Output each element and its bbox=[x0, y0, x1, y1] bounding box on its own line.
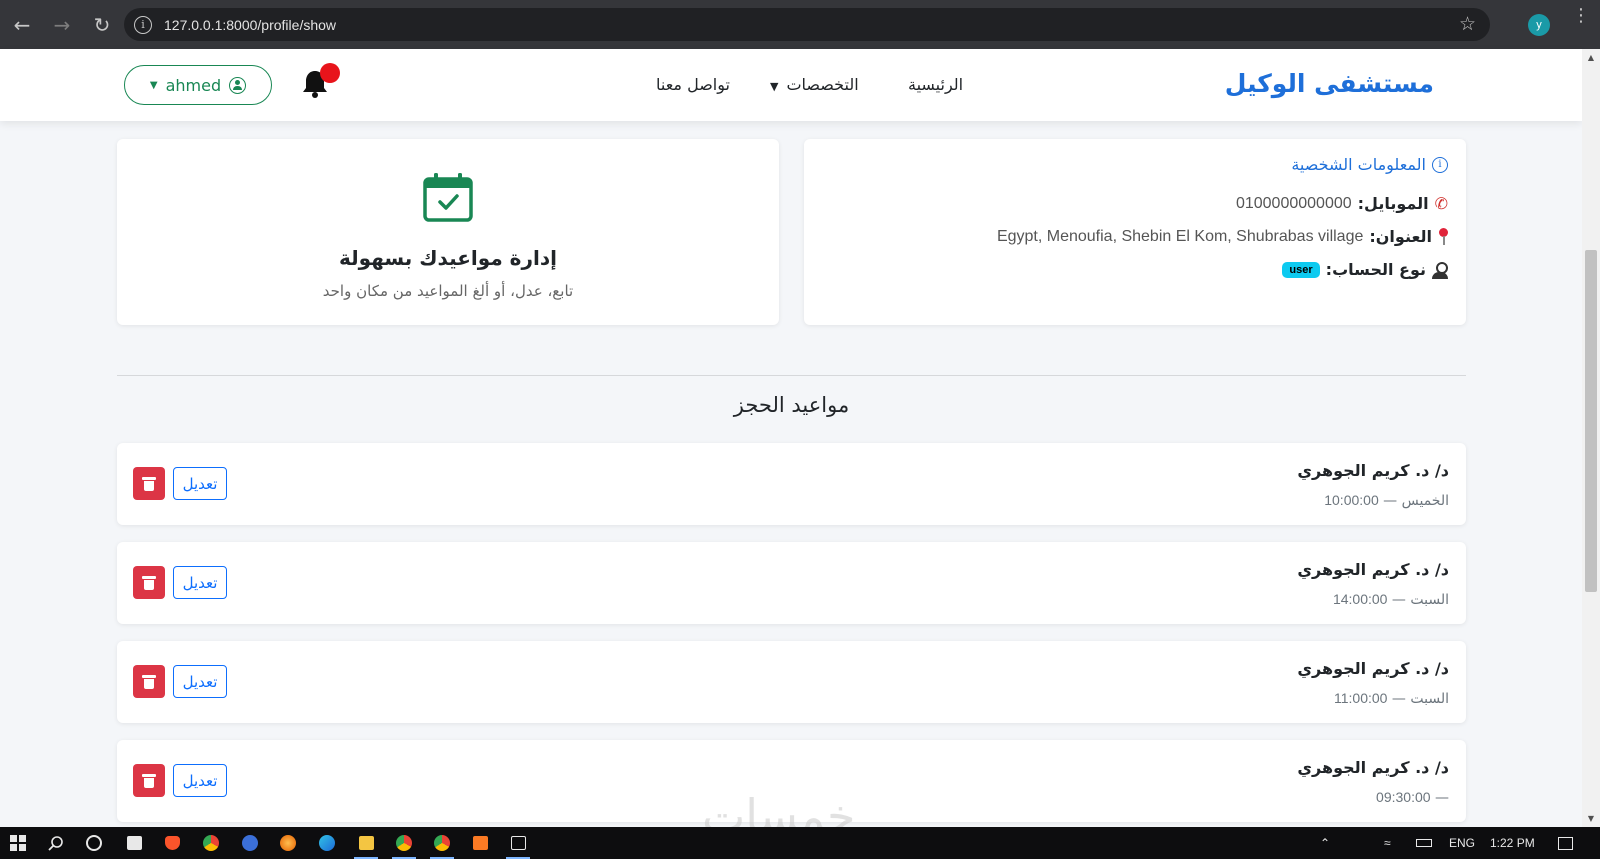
browser-profile-avatar[interactable]: y bbox=[1528, 14, 1550, 36]
doctor-name: د/ د. كريم الجوهري bbox=[1297, 659, 1449, 678]
personal-info-card: i المعلومات الشخصية ✆ الموبايل: 01000000… bbox=[804, 139, 1466, 325]
forward-arrow-icon[interactable]: → bbox=[44, 7, 80, 43]
delete-button[interactable] bbox=[133, 467, 165, 500]
info-circle-icon: i bbox=[1432, 156, 1448, 173]
user-circle-icon bbox=[229, 76, 247, 94]
appointments-title: مواعيد الحجز bbox=[733, 393, 850, 417]
battery-icon[interactable] bbox=[1416, 827, 1432, 859]
url-text[interactable]: 127.0.0.1:8000/profile/show bbox=[164, 17, 336, 33]
firefox-icon[interactable] bbox=[270, 827, 306, 859]
wifi-icon[interactable]: ≈ bbox=[1384, 827, 1391, 859]
appointment-time: السبت — 11:00:00 bbox=[1334, 690, 1449, 707]
scrollbar-thumb[interactable] bbox=[1585, 250, 1597, 592]
address-row: العنوان: Egypt, Menoufia, Shebin El Kom,… bbox=[997, 227, 1448, 246]
trash-icon bbox=[142, 674, 156, 689]
promo-title: إدارة مواعيدك بسهولة bbox=[339, 246, 557, 270]
account-type-badge: user bbox=[1282, 261, 1320, 278]
delete-button[interactable] bbox=[133, 665, 165, 698]
appointment-day: السبت bbox=[1410, 592, 1449, 608]
map-pin-icon bbox=[1438, 227, 1448, 246]
nav-specialties-label: التخصصات bbox=[786, 75, 859, 94]
mobile-row: ✆ الموبايل: 0100000000000 bbox=[1236, 194, 1448, 213]
doctor-name: د/ د. كريم الجوهري bbox=[1297, 560, 1449, 579]
nav-link-home[interactable]: الرئيسية bbox=[908, 75, 963, 94]
person-icon bbox=[1432, 261, 1448, 279]
brand-logo[interactable]: مستشفى الوكيل bbox=[1225, 69, 1434, 98]
address-bar[interactable]: i 127.0.0.1:8000/profile/show ☆ bbox=[124, 8, 1490, 41]
reload-icon[interactable]: ↻ bbox=[84, 7, 120, 43]
appointment-card: د/ د. كريم الجوهري السبت — 14:00:00 تعدي… bbox=[117, 542, 1466, 624]
nav-link-contact[interactable]: تواصل معنا bbox=[656, 75, 730, 94]
language-indicator[interactable]: ENG bbox=[1449, 827, 1475, 859]
terminal-icon[interactable] bbox=[500, 827, 536, 859]
edit-button[interactable]: تعديل bbox=[173, 467, 227, 500]
edge-icon[interactable] bbox=[309, 827, 345, 859]
appointment-time: — 09:30:00 bbox=[1376, 789, 1449, 806]
personal-info-title-text: المعلومات الشخصية bbox=[1291, 155, 1426, 174]
edit-button[interactable]: تعديل bbox=[173, 764, 227, 797]
site-navbar: مستشفى الوكيل الرئيسية التخصصات ▼ تواصل م… bbox=[0, 49, 1582, 121]
appointment-day: الخميس bbox=[1401, 493, 1449, 509]
appointment-hour: 11:00:00 bbox=[1334, 690, 1388, 706]
scroll-up-arrow-icon[interactable]: ▲ bbox=[1586, 53, 1596, 62]
cortana-icon[interactable] bbox=[76, 827, 112, 859]
personal-info-title: i المعلومات الشخصية bbox=[1291, 155, 1448, 174]
edit-button[interactable]: تعديل bbox=[173, 665, 227, 698]
nav-dropdown-specialties[interactable]: التخصصات ▼ bbox=[770, 75, 859, 94]
caret-down-icon: ▼ bbox=[770, 80, 779, 93]
doctor-name: د/ د. كريم الجوهري bbox=[1297, 461, 1449, 480]
phone-icon: ✆ bbox=[1434, 194, 1448, 213]
chrome-icon[interactable] bbox=[386, 827, 422, 859]
back-arrow-icon[interactable]: ← bbox=[4, 7, 40, 43]
appointments-promo-card: إدارة مواعيدك بسهولة تابع، عدل، أو ألغ ا… bbox=[117, 139, 779, 325]
appointment-hour: 14:00:00 bbox=[1332, 591, 1388, 607]
appointment-day: السبت bbox=[1410, 691, 1449, 707]
mobile-value: 0100000000000 bbox=[1235, 194, 1352, 212]
promo-subtitle: تابع، عدل، أو ألغ المواعيد من مكان واحد bbox=[322, 282, 574, 300]
xampp-icon[interactable] bbox=[462, 827, 498, 859]
search-icon[interactable] bbox=[38, 827, 74, 859]
scroll-down-arrow-icon[interactable]: ▼ bbox=[1586, 814, 1596, 823]
store-icon[interactable] bbox=[116, 827, 152, 859]
site-info-icon[interactable]: i bbox=[134, 15, 152, 34]
appointment-time: السبت — 14:00:00 bbox=[1332, 591, 1449, 608]
browser-menu-icon[interactable]: ⋮ bbox=[1572, 7, 1590, 25]
notifications-icon[interactable] bbox=[1558, 827, 1573, 859]
bookmark-star-icon[interactable]: ☆ bbox=[1459, 13, 1476, 35]
calendar-check-icon bbox=[423, 173, 473, 222]
edit-button[interactable]: تعديل bbox=[173, 566, 227, 599]
section-divider bbox=[117, 375, 1466, 376]
user-menu-button[interactable]: ▼ ahmed bbox=[124, 65, 272, 105]
mobile-label: الموبايل: bbox=[1357, 194, 1429, 213]
account-type-row: نوع الحساب: user bbox=[1282, 260, 1448, 279]
browser-toolbar: ← → ↻ i 127.0.0.1:8000/profile/show ☆ y … bbox=[0, 0, 1600, 49]
brave-browser-icon[interactable] bbox=[154, 827, 190, 859]
user-name: ahmed bbox=[165, 75, 222, 95]
appointment-hour: 09:30:00 bbox=[1376, 789, 1431, 805]
appointment-card: د/ د. كريم الجوهري السبت — 11:00:00 تعدي… bbox=[117, 641, 1466, 723]
trash-icon bbox=[142, 476, 156, 491]
clock[interactable]: 1:22 PM bbox=[1490, 827, 1535, 859]
delete-button[interactable] bbox=[133, 764, 165, 797]
chrome-icon[interactable] bbox=[193, 827, 229, 859]
appointment-card: د/ د. كريم الجوهري الخميس — 10:00:00 تعد… bbox=[117, 443, 1466, 525]
os-taskbar: ⌃ ≈ ENG 1:22 PM bbox=[0, 827, 1600, 859]
app-launcher-icon[interactable] bbox=[232, 827, 268, 859]
appointment-time: الخميس — 10:00:00 bbox=[1324, 492, 1449, 509]
tray-chevron-icon[interactable]: ⌃ bbox=[1320, 827, 1330, 859]
address-value: Egypt, Menoufia, Shebin El Kom, Shubraba… bbox=[996, 227, 1364, 245]
trash-icon bbox=[142, 575, 156, 590]
doctor-name: د/ د. كريم الجوهري bbox=[1297, 758, 1449, 777]
file-explorer-icon[interactable] bbox=[348, 827, 384, 859]
delete-button[interactable] bbox=[133, 566, 165, 599]
caret-down-icon: ▼ bbox=[149, 79, 158, 91]
chrome-icon[interactable] bbox=[424, 827, 460, 859]
address-label: العنوان: bbox=[1369, 227, 1432, 246]
notification-dot bbox=[320, 63, 340, 83]
appointment-hour: 10:00:00 bbox=[1324, 492, 1379, 508]
account-type-label: نوع الحساب: bbox=[1325, 260, 1426, 279]
windows-start-icon[interactable] bbox=[0, 827, 36, 859]
trash-icon bbox=[142, 773, 156, 788]
